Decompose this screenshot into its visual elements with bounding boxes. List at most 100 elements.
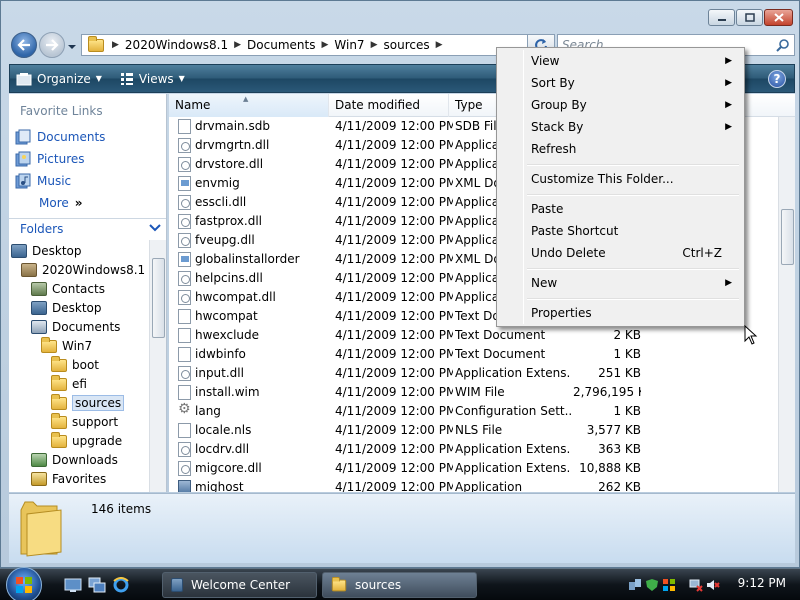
- folders-label: Folders: [20, 221, 64, 236]
- documents-icon: [15, 129, 31, 145]
- security-shield-icon[interactable]: [645, 578, 659, 592]
- menu-item-label: Paste: [531, 202, 564, 216]
- table-row[interactable]: migcore.dll 4/11/2009 12:00 PM Application…: [169, 459, 795, 478]
- network-icon[interactable]: [628, 578, 642, 592]
- tree-item-label: Downloads: [52, 453, 118, 467]
- favorite-more[interactable]: More »: [39, 194, 83, 212]
- settings-file-icon: [178, 401, 191, 419]
- maximize-button[interactable]: [736, 9, 763, 26]
- menu-item-label: Paste Shortcut: [531, 224, 619, 238]
- navigation-scrollbar[interactable]: [149, 240, 166, 492]
- search-icon[interactable]: [776, 38, 790, 52]
- tree-item-favorites[interactable]: Favorites: [31, 470, 106, 488]
- breadcrumb-separator[interactable]: ▶: [110, 40, 121, 50]
- tree-item-documents[interactable]: Documents: [31, 318, 120, 336]
- network-disconnected-icon[interactable]: [689, 578, 703, 592]
- menu-item-label: Customize This Folder...: [531, 172, 674, 186]
- help-button[interactable]: ?: [768, 70, 786, 88]
- menu-item-paste[interactable]: Paste: [499, 198, 742, 220]
- file-icon: [178, 423, 191, 438]
- clock[interactable]: 9:12 PM: [738, 576, 786, 590]
- menu-item-refresh[interactable]: Refresh: [499, 138, 742, 160]
- tree-item-support[interactable]: support: [51, 412, 118, 431]
- taskbar-button-sources[interactable]: sources: [322, 572, 477, 598]
- internet-explorer-icon[interactable]: [112, 577, 130, 593]
- desktop-icon: [31, 301, 47, 315]
- dll-file-icon: [178, 157, 191, 172]
- breadcrumb-separator[interactable]: ▶: [232, 40, 243, 50]
- breadcrumb-segment[interactable]: sources: [380, 38, 434, 52]
- scroll-thumb[interactable]: [781, 209, 794, 265]
- address-bar[interactable]: ▶ 2020Windows8.1 ▶ Documents ▶ Win7 ▶ so…: [81, 34, 529, 56]
- tree-item-efi[interactable]: efi: [51, 374, 87, 393]
- table-row[interactable]: locdrv.dll 4/11/2009 12:00 PM Application …: [169, 440, 795, 459]
- file-type: Application: [455, 480, 523, 492]
- start-button[interactable]: [6, 567, 42, 600]
- dll-file-icon: [178, 195, 191, 210]
- file-date-modified: 4/11/2009 12:00 PM: [335, 347, 453, 361]
- menu-item-undo-delete[interactable]: Undo Delete Ctrl+Z: [499, 242, 742, 264]
- recent-pages-dropdown[interactable]: [67, 40, 79, 50]
- submenu-arrow-icon: ▶: [725, 278, 732, 288]
- tree-item-upgrade[interactable]: upgrade: [51, 431, 122, 450]
- menu-item-new[interactable]: New ▶: [499, 272, 742, 294]
- switch-windows-icon[interactable]: [88, 577, 106, 593]
- windows-update-icon[interactable]: [662, 578, 676, 592]
- menu-item-sort-by[interactable]: Sort By ▶: [499, 72, 742, 94]
- table-row[interactable]: input.dll 4/11/2009 12:00 PM Application E…: [169, 364, 795, 383]
- table-row[interactable]: mighost 4/11/2009 12:00 PM Application 262 …: [169, 478, 795, 492]
- menu-item-properties[interactable]: Properties: [499, 302, 742, 324]
- table-row[interactable]: hwexclude 4/11/2009 12:00 PM Text Document…: [169, 326, 795, 345]
- column-name[interactable]: Name: [169, 94, 329, 117]
- tree-item-contacts[interactable]: Contacts: [31, 280, 105, 298]
- favorite-documents[interactable]: Documents: [15, 128, 105, 146]
- organize-button[interactable]: Organize ▼: [16, 72, 102, 86]
- back-button[interactable]: [11, 32, 37, 58]
- tree-item-boot[interactable]: boot: [51, 355, 99, 374]
- breadcrumb-segment[interactable]: 2020Windows8.1: [121, 38, 232, 52]
- column-date-modified[interactable]: Date modified: [329, 94, 449, 117]
- table-row[interactable]: locale.nls 4/11/2009 12:00 PM NLS File 3,57…: [169, 421, 795, 440]
- menu-item-view[interactable]: View ▶: [499, 50, 742, 72]
- folder-icon: [51, 355, 67, 372]
- tree-item-win7[interactable]: Win7: [41, 336, 92, 355]
- favorite-pictures[interactable]: Pictures: [15, 150, 85, 168]
- show-desktop-icon[interactable]: [64, 577, 82, 593]
- tree-item-desktop[interactable]: Desktop: [31, 299, 102, 317]
- tree-item-desktop-root[interactable]: Desktop: [11, 242, 82, 260]
- minimize-button[interactable]: [708, 9, 735, 26]
- table-row[interactable]: idwbinfo 4/11/2009 12:00 PM Text Document 1…: [169, 345, 795, 364]
- menu-item-customize-folder[interactable]: Customize This Folder...: [499, 168, 742, 190]
- taskbar-button-welcome-center[interactable]: Welcome Center: [162, 572, 317, 598]
- file-date-modified: 4/11/2009 12:00 PM: [335, 385, 453, 399]
- breadcrumb-separator[interactable]: ▶: [369, 40, 380, 50]
- menu-item-group-by[interactable]: Group By ▶: [499, 94, 742, 116]
- file-type: Text Document: [455, 347, 546, 361]
- scroll-thumb[interactable]: [152, 258, 165, 338]
- tree-item-downloads[interactable]: Downloads: [31, 451, 118, 469]
- forward-button[interactable]: [39, 32, 65, 58]
- tree-item-user[interactable]: 2020Windows8.1: [21, 261, 145, 279]
- table-row[interactable]: install.wim 4/11/2009 12:00 PM WIM File 2,7…: [169, 383, 795, 402]
- folder-icon: [88, 35, 104, 52]
- table-row[interactable]: lang 4/11/2009 12:00 PMConfiguration Sett…: [169, 401, 795, 421]
- breadcrumb-segment[interactable]: Win7: [330, 38, 368, 52]
- tree-item-sources[interactable]: sources: [51, 393, 125, 412]
- dll-file-icon: [178, 214, 191, 229]
- menu-item-stack-by[interactable]: Stack By ▶: [499, 116, 742, 138]
- favorite-music[interactable]: Music: [15, 172, 71, 190]
- file-date-modified: 4/11/2009 12:00 PM: [335, 157, 453, 171]
- chevron-down-icon: [149, 224, 161, 232]
- volume-muted-icon[interactable]: [706, 578, 720, 592]
- close-button[interactable]: [764, 9, 793, 26]
- breadcrumb-separator[interactable]: ▶: [319, 40, 330, 50]
- menu-item-paste-shortcut[interactable]: Paste Shortcut: [499, 220, 742, 242]
- breadcrumb-separator[interactable]: ▶: [434, 40, 445, 50]
- dll-file-icon: [178, 461, 191, 476]
- views-button[interactable]: Views ▼: [120, 72, 185, 86]
- file-date-modified: 4/11/2009 12:00 PM: [335, 480, 453, 492]
- file-type: Configuration Sett...: [455, 404, 571, 418]
- file-list-scrollbar[interactable]: [778, 117, 795, 492]
- folders-header[interactable]: Folders: [9, 218, 166, 238]
- breadcrumb-segment[interactable]: Documents: [243, 38, 319, 52]
